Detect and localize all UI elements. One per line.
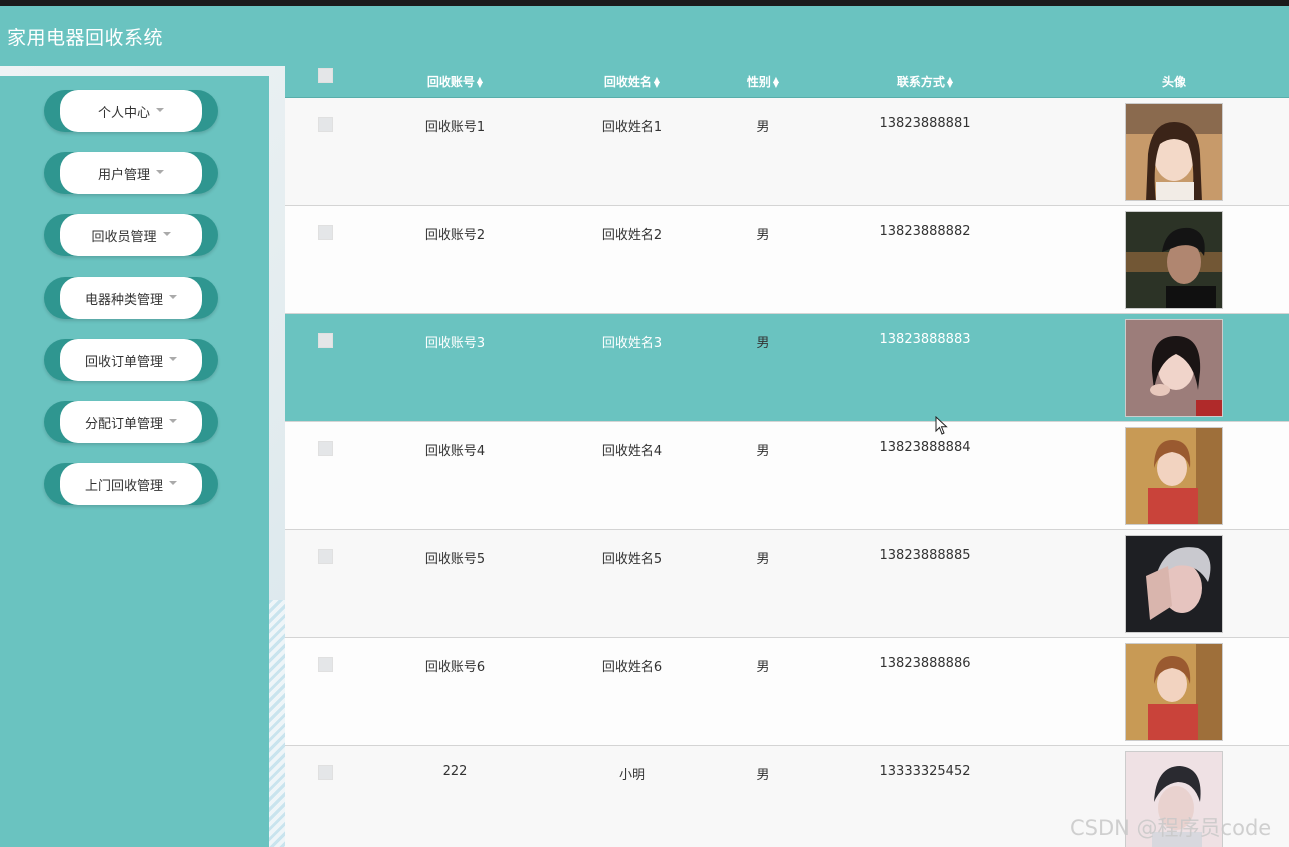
avatar-image[interactable] bbox=[1125, 319, 1223, 417]
column-header-avatar: 头像 bbox=[1161, 74, 1186, 89]
sidebar-item-recycler-management[interactable]: 回收员管理 bbox=[44, 214, 218, 256]
column-header-account[interactable]: 回收账号 ▲ ▼ bbox=[395, 66, 515, 97]
sidebar: 个人中心 用户管理 回收员管理 电器种类管理 回收订单管理 分配订单管理 上门回… bbox=[0, 76, 269, 847]
portrait-image bbox=[1126, 536, 1222, 632]
cell-name: 回收姓名5 bbox=[601, 552, 663, 567]
table-header: 回收账号 ▲ ▼ 回收姓名 ▲ ▼ 性别 ▲ ▼ 联系方式 ▲ ▼ 头像 bbox=[285, 66, 1289, 98]
row-checkbox[interactable] bbox=[318, 441, 333, 456]
table-row[interactable]: 回收账号4 回收姓名4 男 13823888884 bbox=[285, 422, 1289, 530]
app-header: 家用电器回收系统 bbox=[0, 6, 1289, 66]
sidebar-item-personal-center[interactable]: 个人中心 bbox=[44, 90, 218, 132]
cell-contact: 13823888881 bbox=[879, 116, 971, 131]
sidebar-item-label: 用户管理 bbox=[97, 167, 150, 183]
caret-down-icon bbox=[169, 295, 177, 299]
sort-icon: ▲ ▼ bbox=[476, 74, 484, 89]
select-all-checkbox[interactable] bbox=[318, 68, 333, 83]
cell-contact: 13823888885 bbox=[879, 548, 971, 563]
sidebar-item-assign-order-management[interactable]: 分配订单管理 bbox=[44, 401, 218, 443]
cell-name: 回收姓名3 bbox=[601, 336, 663, 351]
cell-gender: 男 bbox=[756, 768, 770, 783]
row-checkbox[interactable] bbox=[318, 657, 333, 672]
table-row[interactable]: 回收账号6 回收姓名6 男 13823888886 bbox=[285, 638, 1289, 746]
cell-contact: 13823888883 bbox=[879, 332, 971, 347]
portrait-image bbox=[1126, 104, 1222, 200]
cell-name: 回收姓名4 bbox=[601, 444, 663, 459]
sort-icon: ▲ ▼ bbox=[946, 74, 954, 89]
sort-icon: ▲ ▼ bbox=[772, 74, 780, 89]
caret-down-icon bbox=[156, 108, 164, 112]
cell-name: 回收姓名2 bbox=[601, 228, 663, 243]
portrait-image bbox=[1126, 320, 1222, 416]
column-header-gender[interactable]: 性别 ▲ ▼ bbox=[723, 66, 803, 97]
portrait-image bbox=[1126, 428, 1222, 524]
table-row[interactable]: 回收账号5 回收姓名5 男 13823888885 bbox=[285, 530, 1289, 638]
avatar-image[interactable] bbox=[1125, 535, 1223, 633]
cell-name: 小明 bbox=[618, 768, 646, 783]
row-checkbox[interactable] bbox=[318, 333, 333, 348]
cell-account: 回收账号3 bbox=[424, 336, 486, 351]
mouse-cursor-icon bbox=[935, 416, 948, 435]
cell-account: 回收账号2 bbox=[424, 228, 486, 243]
cell-gender: 男 bbox=[756, 444, 770, 459]
avatar-image[interactable] bbox=[1125, 103, 1223, 201]
cell-account: 回收账号5 bbox=[424, 552, 486, 567]
cell-gender: 男 bbox=[756, 552, 770, 567]
sidebar-item-label: 分配订单管理 bbox=[84, 416, 163, 432]
avatar-image[interactable] bbox=[1125, 643, 1223, 741]
cell-gender: 男 bbox=[756, 120, 770, 135]
caret-down-icon bbox=[169, 419, 177, 423]
sidebar-item-label: 电器种类管理 bbox=[84, 292, 163, 308]
avatar-image[interactable] bbox=[1125, 211, 1223, 309]
caret-down-icon bbox=[169, 481, 177, 485]
app-title: 家用电器回收系统 bbox=[7, 27, 164, 49]
sidebar-item-door-recycle-management[interactable]: 上门回收管理 bbox=[44, 463, 218, 505]
row-checkbox[interactable] bbox=[318, 549, 333, 564]
table-row-selected[interactable]: 回收账号3 回收姓名3 男 13823888883 bbox=[285, 314, 1289, 422]
sidebar-item-label: 回收订单管理 bbox=[84, 354, 163, 370]
caret-down-icon bbox=[156, 170, 164, 174]
avatar-image[interactable] bbox=[1125, 427, 1223, 525]
cell-account: 回收账号1 bbox=[424, 120, 486, 135]
portrait-image bbox=[1126, 644, 1222, 740]
caret-down-icon bbox=[169, 357, 177, 361]
cell-gender: 男 bbox=[756, 336, 770, 351]
cell-contact: 13823888882 bbox=[879, 224, 971, 239]
row-checkbox[interactable] bbox=[318, 117, 333, 132]
table-row[interactable]: 回收账号1 回收姓名1 男 13823888881 bbox=[285, 98, 1289, 206]
table-row[interactable]: 回收账号2 回收姓名2 男 13823888882 bbox=[285, 206, 1289, 314]
sort-icon: ▲ ▼ bbox=[653, 74, 661, 89]
sidebar-item-user-management[interactable]: 用户管理 bbox=[44, 152, 218, 194]
sidebar-item-appliance-category-management[interactable]: 电器种类管理 bbox=[44, 277, 218, 319]
portrait-image bbox=[1126, 212, 1222, 308]
cell-gender: 男 bbox=[756, 228, 770, 243]
cell-contact: 13823888884 bbox=[879, 440, 971, 455]
cell-account: 回收账号6 bbox=[424, 660, 486, 675]
caret-down-icon bbox=[162, 232, 171, 236]
row-checkbox[interactable] bbox=[318, 765, 333, 780]
cell-contact: 13823888886 bbox=[879, 656, 971, 671]
cell-name: 回收姓名6 bbox=[601, 660, 663, 675]
cell-name: 回收姓名1 bbox=[601, 120, 663, 135]
column-header-name[interactable]: 回收姓名 ▲ ▼ bbox=[572, 66, 692, 97]
cell-account: 222 bbox=[442, 764, 468, 779]
recycler-table: 回收账号 ▲ ▼ 回收姓名 ▲ ▼ 性别 ▲ ▼ 联系方式 ▲ ▼ 头像 回收账号1 回收姓名1… bbox=[285, 66, 1289, 847]
decorative-stripes bbox=[269, 600, 285, 847]
column-header-contact[interactable]: 联系方式 ▲ ▼ bbox=[865, 66, 985, 97]
cell-gender: 男 bbox=[756, 660, 770, 675]
row-checkbox[interactable] bbox=[318, 225, 333, 240]
sidebar-item-label: 上门回收管理 bbox=[84, 478, 163, 494]
cell-account: 回收账号4 bbox=[424, 444, 486, 459]
watermark-text: CSDN @程序员code bbox=[1070, 816, 1272, 840]
sidebar-item-label: 回收员管理 bbox=[91, 229, 157, 245]
cell-contact: 13333325452 bbox=[879, 764, 971, 779]
sidebar-item-label: 个人中心 bbox=[97, 105, 150, 121]
sidebar-item-recycle-order-management[interactable]: 回收订单管理 bbox=[44, 339, 218, 381]
